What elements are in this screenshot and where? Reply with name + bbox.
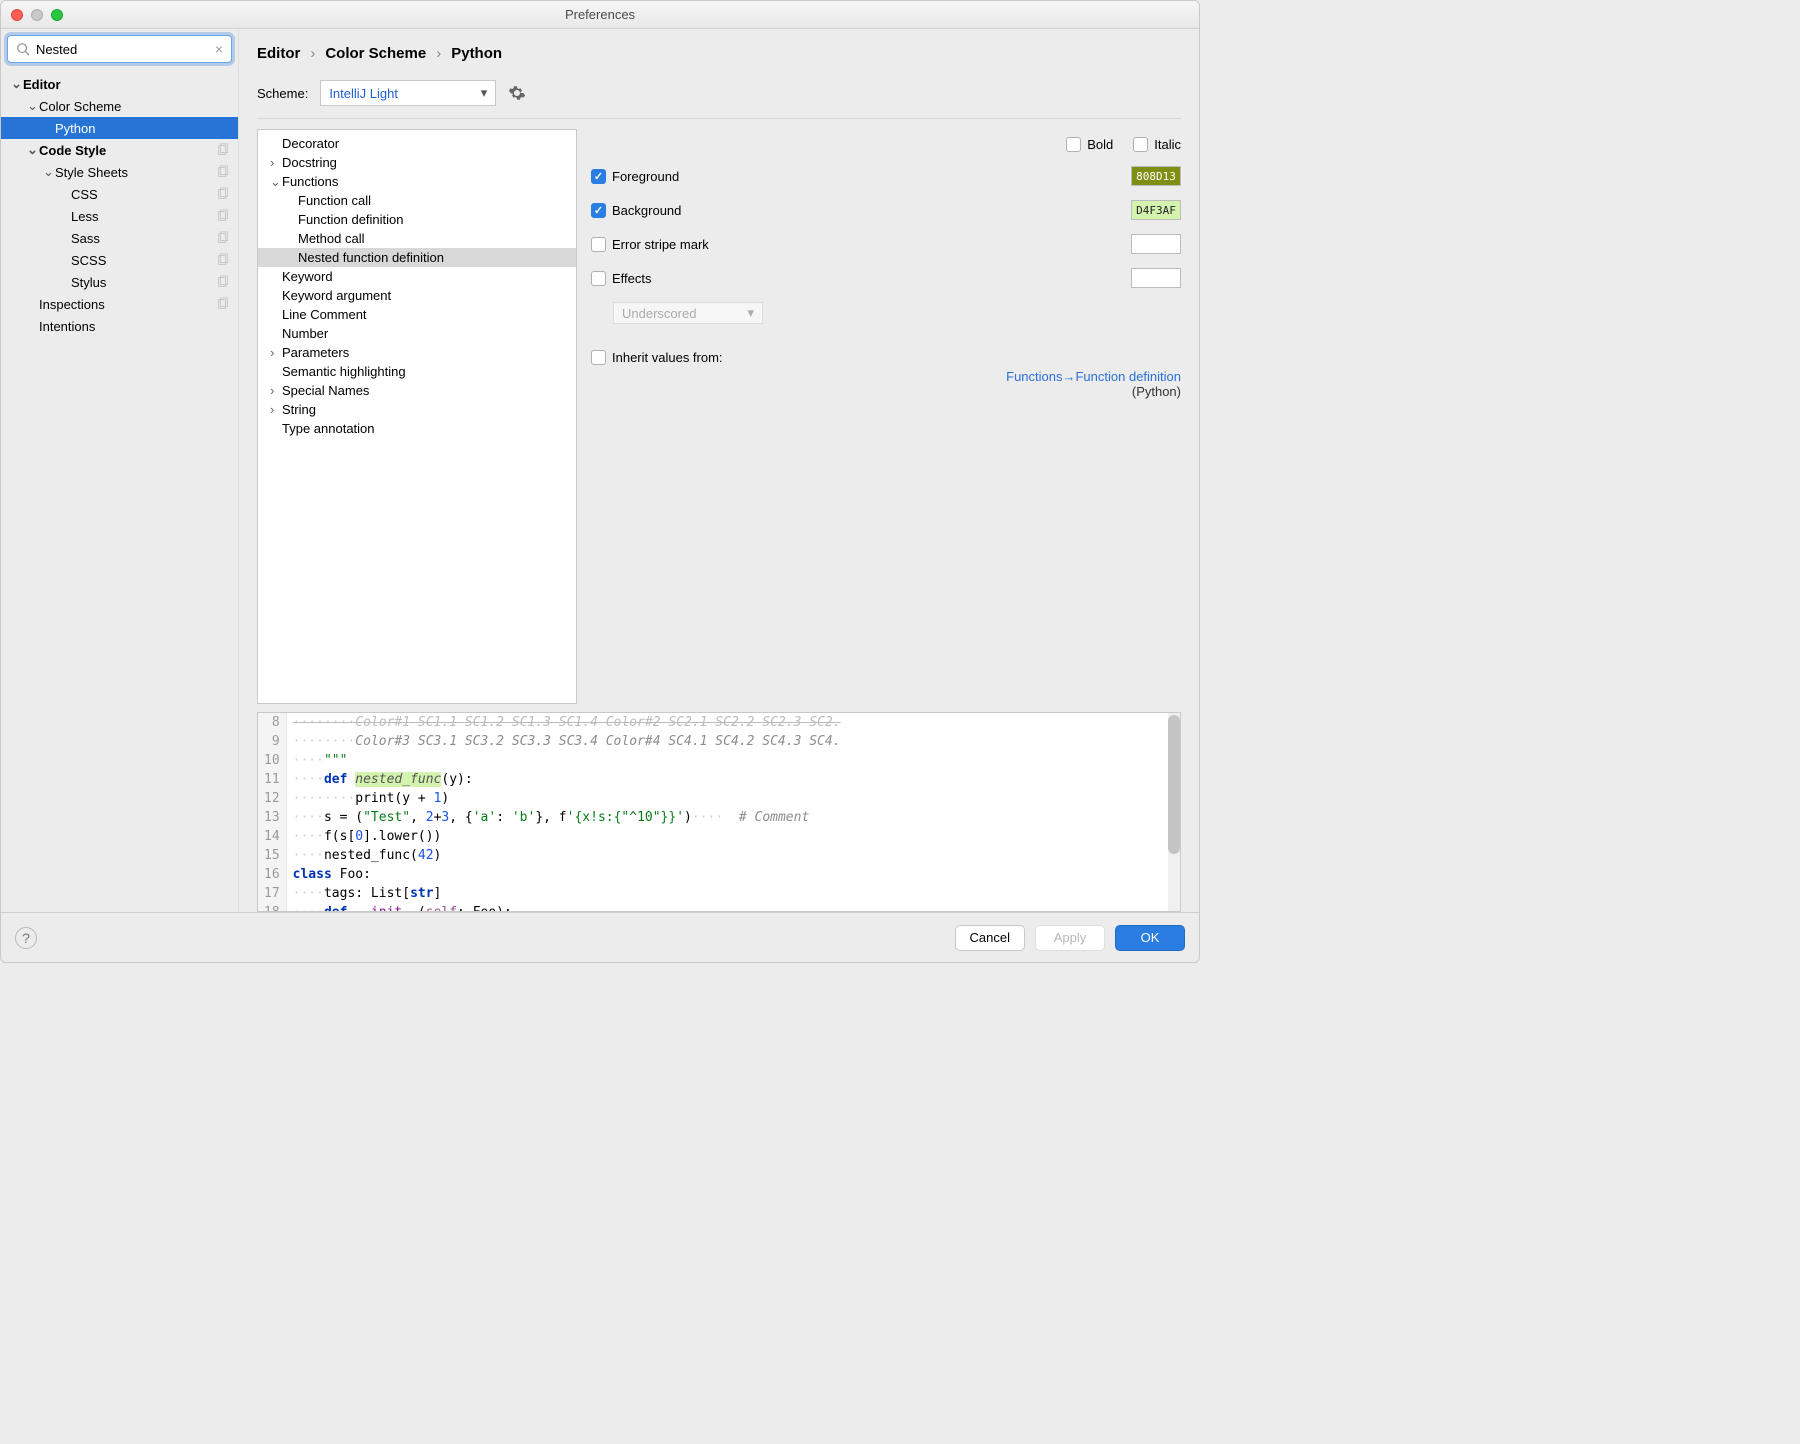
background-swatch[interactable]: D4F3AF — [1131, 200, 1181, 220]
scheme-label: Scheme: — [257, 86, 308, 101]
foreground-swatch[interactable]: 808D13 — [1131, 166, 1181, 186]
sidebar: × ⌄Editor⌄Color SchemePython⌄Code Style⌄… — [1, 29, 239, 912]
error-stripe-swatch[interactable] — [1131, 234, 1181, 254]
per-project-icon — [216, 297, 230, 311]
search-input[interactable] — [36, 42, 215, 57]
per-project-icon — [216, 231, 230, 245]
per-project-icon — [216, 187, 230, 201]
attr-line-comment[interactable]: Line Comment — [258, 305, 576, 324]
titlebar: Preferences — [1, 1, 1199, 29]
attr-string[interactable]: ›String — [258, 400, 576, 419]
attr-special-names[interactable]: ›Special Names — [258, 381, 576, 400]
sidebar-item-code-style[interactable]: ⌄Code Style — [1, 139, 238, 161]
italic-checkbox[interactable] — [1133, 137, 1148, 152]
chevron-down-icon: ▾ — [747, 305, 754, 321]
sidebar-item-css[interactable]: CSS — [1, 183, 238, 205]
window-title: Preferences — [1, 7, 1199, 22]
attr-method-call[interactable]: Method call — [258, 229, 576, 248]
inherit-checkbox[interactable] — [591, 350, 606, 365]
per-project-icon — [216, 143, 230, 157]
attr-number[interactable]: Number — [258, 324, 576, 343]
sidebar-item-stylus[interactable]: Stylus — [1, 271, 238, 293]
cancel-button[interactable]: Cancel — [955, 925, 1025, 951]
per-project-icon — [216, 275, 230, 289]
per-project-icon — [216, 253, 230, 267]
error-stripe-checkbox[interactable] — [591, 237, 606, 252]
sidebar-item-intentions[interactable]: Intentions — [1, 315, 238, 337]
chevron-down-icon: ▾ — [481, 85, 488, 101]
attr-type-annotation[interactable]: Type annotation — [258, 419, 576, 438]
ok-button[interactable]: OK — [1115, 925, 1185, 951]
help-button[interactable]: ? — [15, 927, 37, 949]
sidebar-item-python[interactable]: Python — [1, 117, 238, 139]
breadcrumb: Editor › Color Scheme › Python — [257, 45, 1181, 62]
gear-icon[interactable] — [508, 84, 526, 102]
foreground-checkbox[interactable] — [591, 169, 606, 184]
code-preview: 89101112131415161718 ········Color#1 SC1… — [257, 712, 1181, 912]
search-icon — [16, 42, 30, 56]
background-checkbox[interactable] — [591, 203, 606, 218]
sidebar-item-less[interactable]: Less — [1, 205, 238, 227]
attr-semantic-highlighting[interactable]: Semantic highlighting — [258, 362, 576, 381]
attr-parameters[interactable]: ›Parameters — [258, 343, 576, 362]
attr-nested-function-definition[interactable]: Nested function definition — [258, 248, 576, 267]
sidebar-item-scss[interactable]: SCSS — [1, 249, 238, 271]
attr-keyword-argument[interactable]: Keyword argument — [258, 286, 576, 305]
breadcrumb-python: Python — [451, 45, 502, 62]
attr-docstring[interactable]: ›Docstring — [258, 153, 576, 172]
effects-checkbox[interactable] — [591, 271, 606, 286]
effects-swatch[interactable] — [1131, 268, 1181, 288]
breadcrumb-editor[interactable]: Editor — [257, 45, 300, 62]
attr-functions[interactable]: ⌄Functions — [258, 172, 576, 191]
effects-type-combo[interactable]: Underscored ▾ — [613, 302, 763, 324]
inherit-link[interactable]: Functions→Function definition — [591, 369, 1181, 384]
breadcrumb-color-scheme[interactable]: Color Scheme — [325, 45, 426, 62]
sidebar-item-editor[interactable]: ⌄Editor — [1, 73, 238, 95]
apply-button: Apply — [1035, 925, 1105, 951]
sidebar-item-style-sheets[interactable]: ⌄Style Sheets — [1, 161, 238, 183]
bold-checkbox[interactable] — [1066, 137, 1081, 152]
preview-scrollbar[interactable] — [1168, 713, 1180, 911]
attributes-tree[interactable]: Decorator›Docstring⌄FunctionsFunction ca… — [257, 129, 577, 704]
attr-decorator[interactable]: Decorator — [258, 134, 576, 153]
sidebar-item-color-scheme[interactable]: ⌄Color Scheme — [1, 95, 238, 117]
per-project-icon — [216, 165, 230, 179]
scheme-combo[interactable]: IntelliJ Light ▾ — [320, 80, 496, 106]
inherit-source: (Python) — [591, 384, 1181, 399]
attr-keyword[interactable]: Keyword — [258, 267, 576, 286]
sidebar-item-inspections[interactable]: Inspections — [1, 293, 238, 315]
settings-search[interactable]: × — [7, 35, 232, 63]
per-project-icon — [216, 209, 230, 223]
sidebar-item-sass[interactable]: Sass — [1, 227, 238, 249]
attr-function-call[interactable]: Function call — [258, 191, 576, 210]
attr-function-definition[interactable]: Function definition — [258, 210, 576, 229]
clear-search[interactable]: × — [215, 41, 223, 57]
